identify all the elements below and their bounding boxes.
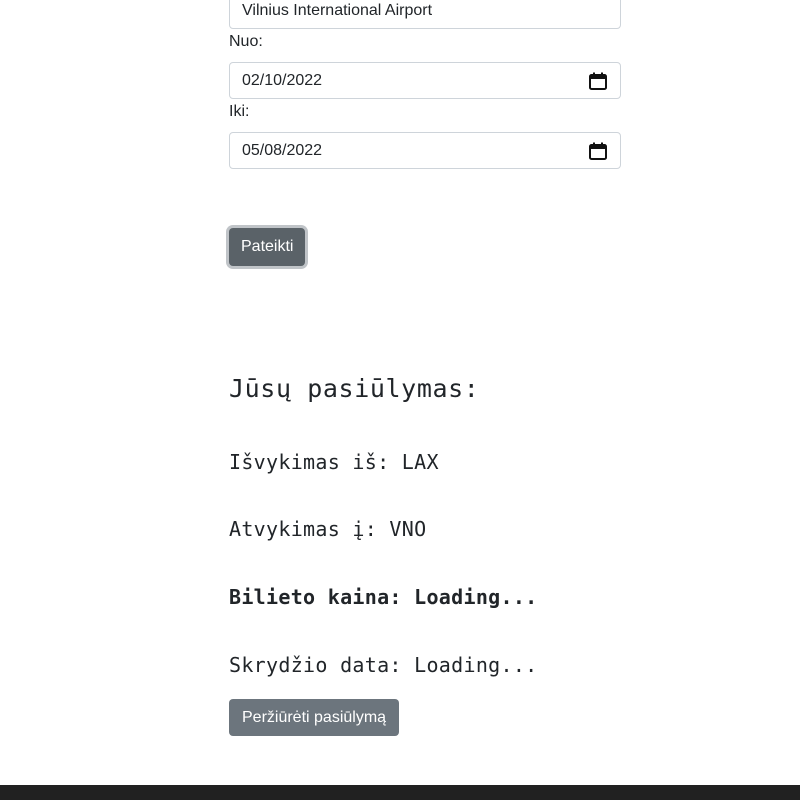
footer [0, 785, 800, 800]
calendar-icon[interactable] [588, 71, 608, 91]
airport-field[interactable]: Vilnius International Airport [229, 0, 621, 29]
to-date-field[interactable]: 05/08/2022 [229, 132, 621, 169]
submit-button[interactable]: Pateikti [229, 228, 306, 266]
offer-departure: Išvykimas iš: LAX [229, 450, 439, 474]
calendar-icon[interactable] [588, 141, 608, 161]
from-date-value: 02/10/2022 [242, 71, 323, 89]
from-label: Nuo: [229, 33, 263, 50]
to-date-value: 05/08/2022 [242, 141, 323, 159]
airport-field-value: Vilnius International Airport [242, 1, 433, 19]
page: Vilnius International Airport Nuo: 02/10… [0, 0, 800, 800]
view-offer-button[interactable]: Peržiūrėti pasiūlymą [229, 699, 400, 736]
offer-price: Bilieto kaina: Loading... [229, 585, 538, 609]
offer-title: Jūsų pasiūlymas: [229, 374, 480, 403]
to-label: Iki: [229, 103, 250, 120]
from-date-field[interactable]: 02/10/2022 [229, 62, 621, 99]
offer-arrival: Atvykimas į: VNO [229, 517, 427, 541]
offer-flight-date: Skrydžio data: Loading... [229, 653, 538, 677]
